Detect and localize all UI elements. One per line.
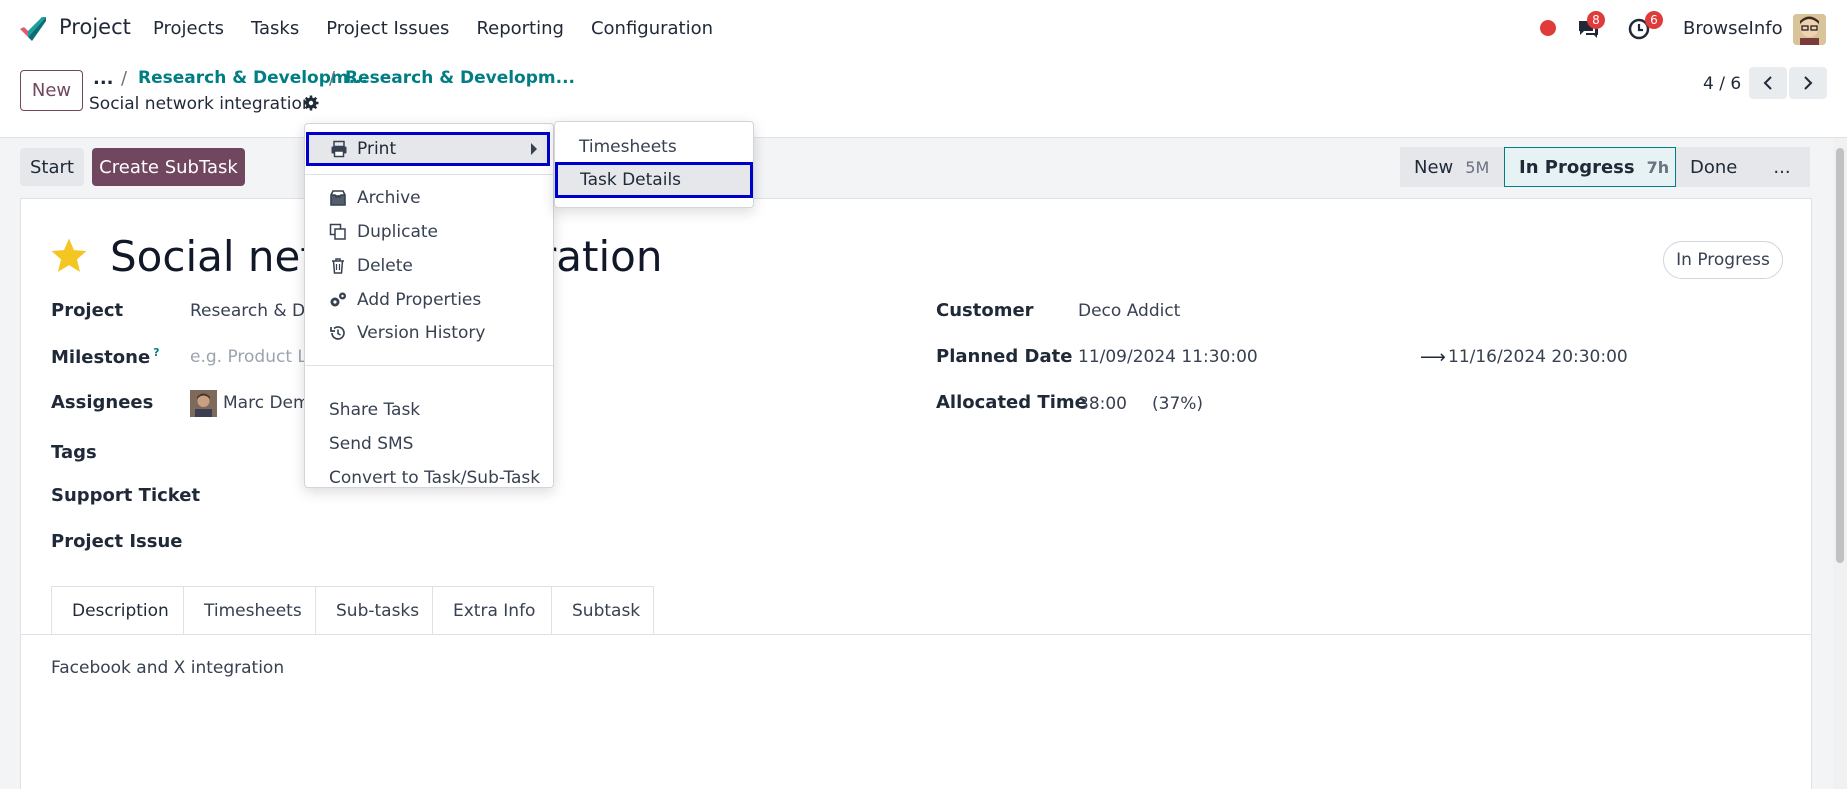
create-subtask-button[interactable]: Create SubTask bbox=[92, 148, 245, 186]
pager-previous-button[interactable] bbox=[1749, 67, 1787, 99]
menu-configuration[interactable]: Configuration bbox=[591, 18, 713, 39]
menu-project-issues[interactable]: Project Issues bbox=[326, 18, 449, 39]
allocated-time-field[interactable]: 38:00 bbox=[1078, 394, 1127, 414]
print-icon bbox=[331, 140, 347, 158]
menu-item-label: Delete bbox=[357, 256, 413, 276]
history-icon bbox=[330, 326, 345, 340]
menu-item-label: Archive bbox=[357, 188, 421, 208]
stage-meta: 5M bbox=[1465, 157, 1490, 177]
tab-sub-tasks[interactable]: Sub-tasks bbox=[315, 586, 433, 634]
pager-next-button[interactable] bbox=[1789, 67, 1827, 99]
tab-divider bbox=[20, 634, 1812, 635]
menu-item-delete[interactable]: Delete bbox=[305, 249, 553, 283]
customer-label: Customer bbox=[936, 300, 1034, 321]
stage-statusbar: New 5M In Progress 7h Done ... bbox=[1400, 147, 1810, 187]
scrollbar-thumb[interactable] bbox=[1836, 148, 1844, 563]
archive-icon bbox=[330, 190, 346, 206]
menu-item-print[interactable]: Print bbox=[306, 132, 550, 166]
project-field[interactable]: Research & De bbox=[190, 301, 316, 321]
tab-timesheets[interactable]: Timesheets bbox=[183, 586, 316, 634]
menu-item-version-history[interactable]: Version History bbox=[305, 316, 553, 350]
milestone-label-text: Milestone bbox=[51, 347, 151, 368]
submenu-item-timesheets[interactable]: Timesheets bbox=[579, 137, 677, 157]
top-navbar: Project Projects Tasks Project Issues Re… bbox=[0, 0, 1847, 58]
app-name[interactable]: Project bbox=[59, 15, 131, 39]
menu-item-label: Duplicate bbox=[357, 222, 438, 242]
activities-badge: 6 bbox=[1645, 11, 1663, 29]
menu-item-label: Add Properties bbox=[357, 290, 482, 310]
menu-item-share-task[interactable]: Share Task bbox=[305, 393, 553, 427]
menu-projects[interactable]: Projects bbox=[153, 18, 224, 39]
start-button[interactable]: Start bbox=[20, 148, 84, 186]
menu-item-archive[interactable]: Archive bbox=[305, 181, 553, 215]
planned-end-field[interactable]: 11/16/2024 20:30:00 bbox=[1448, 347, 1628, 367]
tags-label: Tags bbox=[51, 442, 97, 463]
form-sheet bbox=[20, 198, 1812, 789]
project-app-logo-icon[interactable] bbox=[18, 15, 48, 43]
status-badge[interactable]: In Progress bbox=[1663, 241, 1783, 279]
gear-icon[interactable] bbox=[303, 95, 319, 111]
stage-more[interactable]: ... bbox=[1754, 147, 1810, 187]
milestone-field[interactable]: e.g. Product La bbox=[190, 347, 317, 367]
control-panel: New ... / Research & Developm... / Resea… bbox=[0, 58, 1847, 138]
star-icon[interactable] bbox=[48, 236, 90, 276]
allocated-percent: (37%) bbox=[1152, 394, 1204, 414]
main-menu: Projects Tasks Project Issues Reporting … bbox=[153, 18, 740, 39]
stage-name: ... bbox=[1773, 156, 1791, 178]
record-name: Social network integration bbox=[89, 94, 313, 114]
stage-in-progress[interactable]: In Progress 7h bbox=[1504, 147, 1676, 187]
tab-extra-info[interactable]: Extra Info bbox=[432, 586, 552, 634]
breadcrumb-item-2[interactable]: Research & Developm... bbox=[345, 68, 575, 88]
trash-icon bbox=[332, 258, 344, 274]
stage-name: New bbox=[1414, 156, 1454, 178]
customer-field[interactable]: Deco Addict bbox=[1078, 301, 1180, 321]
company-name[interactable]: BrowseInfo bbox=[1683, 18, 1783, 39]
allocated-time-label: Allocated Time bbox=[936, 392, 1087, 413]
cogs-icon bbox=[330, 292, 346, 307]
duplicate-icon bbox=[329, 223, 346, 240]
chevron-left-icon bbox=[1763, 76, 1772, 90]
action-dropdown-menu: Archive Duplicate Delete Add Properties … bbox=[304, 123, 554, 488]
stage-done[interactable]: Done bbox=[1676, 147, 1754, 187]
caret-right-icon bbox=[531, 143, 537, 155]
breadcrumb-separator: / bbox=[329, 68, 336, 89]
new-button[interactable]: New bbox=[20, 70, 83, 111]
help-icon[interactable]: ? bbox=[153, 346, 159, 359]
tab-description[interactable]: Description bbox=[51, 586, 184, 634]
status-dot-icon[interactable] bbox=[1540, 20, 1556, 36]
stage-name: Done bbox=[1690, 156, 1738, 178]
menu-item-duplicate[interactable]: Duplicate bbox=[305, 215, 553, 249]
description-text[interactable]: Facebook and X integration bbox=[51, 658, 284, 678]
stage-meta: 7h bbox=[1646, 157, 1670, 177]
assignee-avatar[interactable] bbox=[190, 390, 217, 417]
menu-item-send-sms[interactable]: Send SMS bbox=[305, 427, 553, 461]
menu-reporting[interactable]: Reporting bbox=[476, 18, 564, 39]
arrow-right-icon: ⟶ bbox=[1420, 347, 1446, 368]
breadcrumb-more[interactable]: ... bbox=[93, 68, 114, 89]
user-avatar[interactable] bbox=[1793, 14, 1826, 45]
notebook-tabs: Description Timesheets Sub-tasks Extra I… bbox=[51, 586, 654, 634]
pager-value[interactable]: 4 / 6 bbox=[1703, 74, 1741, 94]
submenu-item-task-details[interactable]: Task Details bbox=[555, 162, 753, 198]
menu-divider bbox=[305, 174, 553, 175]
breadcrumb-separator: / bbox=[121, 68, 128, 89]
stage-new[interactable]: New 5M bbox=[1400, 147, 1504, 187]
menu-item-label: Print bbox=[357, 139, 397, 159]
support-ticket-label: Support Ticket bbox=[51, 485, 201, 506]
project-label: Project bbox=[51, 300, 124, 321]
milestone-label: Milestone? bbox=[51, 346, 160, 368]
stage-name: In Progress bbox=[1519, 156, 1635, 178]
planned-date-label: Planned Date bbox=[936, 346, 1073, 367]
menu-item-convert-task[interactable]: Convert to Task/Sub-Task bbox=[305, 461, 553, 495]
menu-tasks[interactable]: Tasks bbox=[251, 18, 299, 39]
menu-item-label: Version History bbox=[357, 323, 486, 343]
chevron-right-icon bbox=[1804, 76, 1813, 90]
planned-start-field[interactable]: 11/09/2024 11:30:00 bbox=[1078, 347, 1258, 367]
messages-badge: 8 bbox=[1587, 11, 1605, 29]
menu-item-add-properties[interactable]: Add Properties bbox=[305, 283, 553, 317]
assignees-label: Assignees bbox=[51, 392, 154, 413]
project-issue-label: Project Issue bbox=[51, 531, 183, 552]
tab-subtask[interactable]: Subtask bbox=[551, 586, 654, 634]
menu-divider bbox=[305, 365, 553, 366]
